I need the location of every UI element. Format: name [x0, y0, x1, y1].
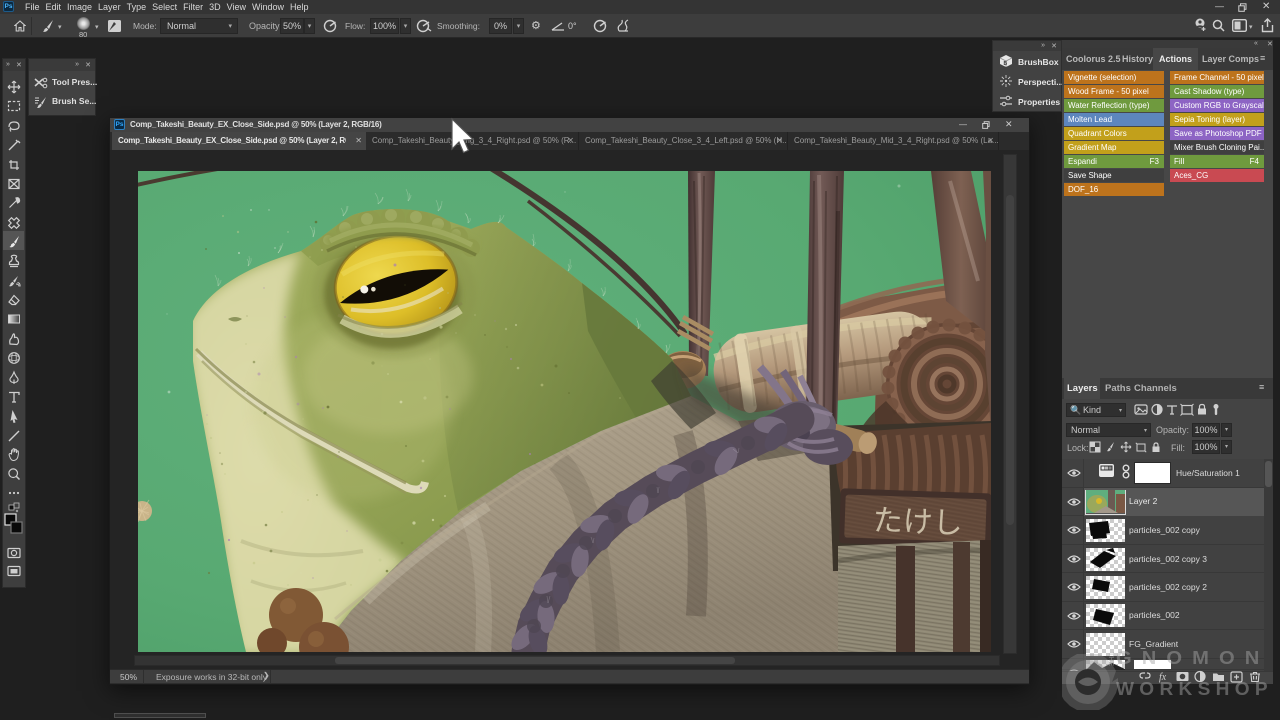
- svg-text:たけし: たけし: [872, 504, 963, 540]
- svg-text:B: B: [1004, 61, 1008, 67]
